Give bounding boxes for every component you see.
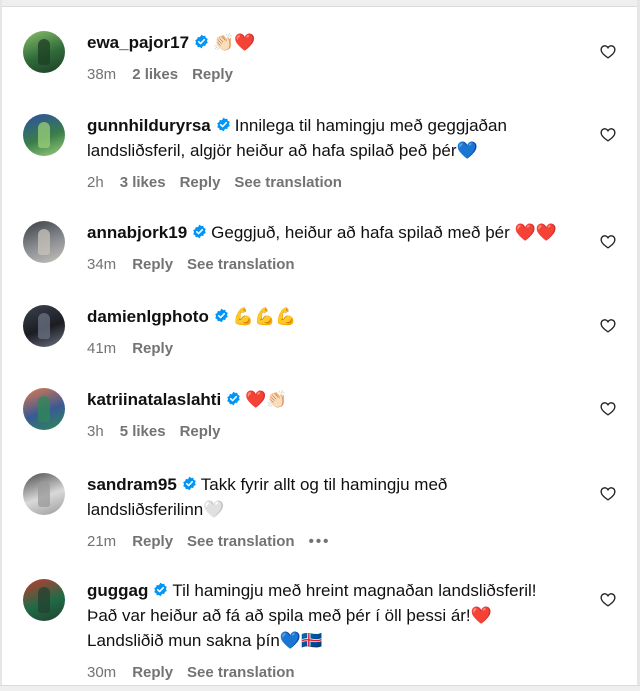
verified-badge-icon — [214, 305, 229, 323]
comment-text-line: sandram95 Takk fyrir allt og til hamingju… — [87, 472, 580, 497]
comment-body: sandram95 Takk fyrir allt og til hamingju… — [87, 472, 580, 550]
comment-body: damienlgphoto 💪💪💪 41m Reply — [87, 304, 580, 357]
likes-count-link[interactable]: 2 likes — [132, 66, 178, 83]
avatar-figure — [38, 481, 50, 507]
avatar-figure — [38, 313, 50, 339]
window-bottom-edge — [0, 685, 640, 691]
comment-meta: 3h 5 likes Reply — [87, 423, 580, 440]
comment-text-line: gunnhilduryrsa Innilega til hamingju með … — [87, 113, 580, 138]
timestamp[interactable]: 38m — [87, 66, 116, 83]
comment-text: Takk fyrir allt og til hamingju með — [200, 475, 448, 494]
comment-text-line: damienlgphoto 💪💪💪 — [87, 304, 580, 329]
reply-button[interactable]: Reply — [192, 66, 233, 83]
see-translation-link[interactable]: See translation — [187, 533, 295, 550]
window-top-edge — [0, 0, 640, 7]
verified-badge-icon — [194, 31, 209, 49]
comment-text: Það var heiður að fá að spila með þér í … — [87, 606, 492, 625]
avatar-figure — [38, 122, 50, 148]
verified-badge-icon — [226, 388, 241, 406]
timestamp[interactable]: 3h — [87, 423, 104, 440]
reply-button[interactable]: Reply — [132, 664, 173, 681]
verified-badge-icon — [153, 579, 168, 597]
comment-text-line: guggag Til hamingju með hreint magnaðan l… — [87, 578, 580, 603]
username-link[interactable]: sandram95 — [87, 475, 177, 494]
verified-badge-icon — [182, 473, 197, 491]
avatar[interactable] — [23, 388, 65, 430]
comment-meta: 34m Reply See translation — [87, 256, 580, 273]
username-link[interactable]: annabjork19 — [87, 223, 187, 242]
reply-button[interactable]: Reply — [180, 423, 221, 440]
avatar-figure — [38, 39, 50, 65]
comment-text-line: landsliðsferilinn🤍 — [87, 497, 580, 522]
comment-text-line: katriinatalaslahti ❤️👏🏻 — [87, 387, 580, 412]
comment-body: katriinatalaslahti ❤️👏🏻 3h 5 likes Reply — [87, 387, 580, 440]
username-link[interactable]: guggag — [87, 581, 148, 600]
comment-body: gunnhilduryrsa Innilega til hamingju með … — [87, 113, 580, 191]
like-heart-icon[interactable] — [600, 401, 616, 416]
comment-text: 💪💪💪 — [232, 307, 297, 326]
comment-text-line: ewa_pajor17 👏🏻❤️ — [87, 30, 580, 55]
like-heart-icon[interactable] — [600, 318, 616, 333]
verified-badge-icon — [216, 114, 231, 132]
comment-text: Innilega til hamingju með geggjaðan — [234, 116, 507, 135]
comment-meta: 2h 3 likes Reply See translation — [87, 174, 580, 191]
comment-body: guggag Til hamingju með hreint magnaðan l… — [87, 578, 580, 681]
comment-text: landsliðsferil, algjör heiður að hafa sp… — [87, 141, 478, 160]
comment-text-line: Það var heiður að fá að spila með þér í … — [87, 603, 580, 628]
reply-button[interactable]: Reply — [180, 174, 221, 191]
like-heart-icon[interactable] — [600, 486, 616, 501]
window-left-edge — [0, 0, 2, 691]
comment-meta: 41m Reply — [87, 340, 580, 357]
username-link[interactable]: katriinatalaslahti — [87, 390, 221, 409]
timestamp[interactable]: 34m — [87, 256, 116, 273]
like-heart-icon[interactable] — [600, 234, 616, 249]
likes-count-link[interactable]: 5 likes — [120, 423, 166, 440]
avatar-figure — [38, 587, 50, 613]
timestamp[interactable]: 41m — [87, 340, 116, 357]
comment-text: Geggjuð, heiður að hafa spilað með þér ❤… — [211, 223, 557, 242]
see-translation-link[interactable]: See translation — [234, 174, 342, 191]
reply-button[interactable]: Reply — [132, 340, 173, 357]
avatar[interactable] — [23, 473, 65, 515]
like-heart-icon[interactable] — [600, 44, 616, 59]
comment-meta: 21m Reply See translation ••• — [87, 533, 580, 550]
comment-body: ewa_pajor17 👏🏻❤️ 38m 2 likes Reply — [87, 30, 580, 83]
verified-badge-icon — [192, 221, 207, 239]
comment-text: Landsliðið mun sakna þín💙🇮🇸 — [87, 631, 323, 650]
avatar[interactable] — [23, 579, 65, 621]
comment-text-line: landsliðsferil, algjör heiður að hafa sp… — [87, 138, 580, 163]
timestamp[interactable]: 30m — [87, 664, 116, 681]
comment-text-line: Landsliðið mun sakna þín💙🇮🇸 — [87, 628, 580, 653]
username-link[interactable]: damienlgphoto — [87, 307, 209, 326]
comment-body: annabjork19 Geggjuð, heiður að hafa spila… — [87, 220, 580, 273]
comment-text-line: annabjork19 Geggjuð, heiður að hafa spila… — [87, 220, 580, 245]
see-translation-link[interactable]: See translation — [187, 256, 295, 273]
see-translation-link[interactable]: See translation — [187, 664, 295, 681]
more-options-icon[interactable]: ••• — [309, 533, 331, 550]
avatar[interactable] — [23, 305, 65, 347]
comment-text: landsliðsferilinn🤍 — [87, 500, 225, 519]
avatar[interactable] — [23, 31, 65, 73]
username-link[interactable]: gunnhilduryrsa — [87, 116, 211, 135]
username-link[interactable]: ewa_pajor17 — [87, 33, 189, 52]
reply-button[interactable]: Reply — [132, 533, 173, 550]
avatar-figure — [38, 229, 50, 255]
avatar[interactable] — [23, 114, 65, 156]
like-heart-icon[interactable] — [600, 127, 616, 142]
reply-button[interactable]: Reply — [132, 256, 173, 273]
timestamp[interactable]: 2h — [87, 174, 104, 191]
comment-meta: 30m Reply See translation — [87, 664, 580, 681]
comment-text: 👏🏻❤️ — [213, 33, 256, 52]
comment-text: Til hamingju með hreint magnaðan landsli… — [172, 581, 537, 600]
comment-meta: 38m 2 likes Reply — [87, 66, 580, 83]
likes-count-link[interactable]: 3 likes — [120, 174, 166, 191]
avatar-figure — [38, 396, 50, 422]
timestamp[interactable]: 21m — [87, 533, 116, 550]
comment-text: ❤️👏🏻 — [245, 390, 288, 409]
avatar[interactable] — [23, 221, 65, 263]
like-heart-icon[interactable] — [600, 592, 616, 607]
